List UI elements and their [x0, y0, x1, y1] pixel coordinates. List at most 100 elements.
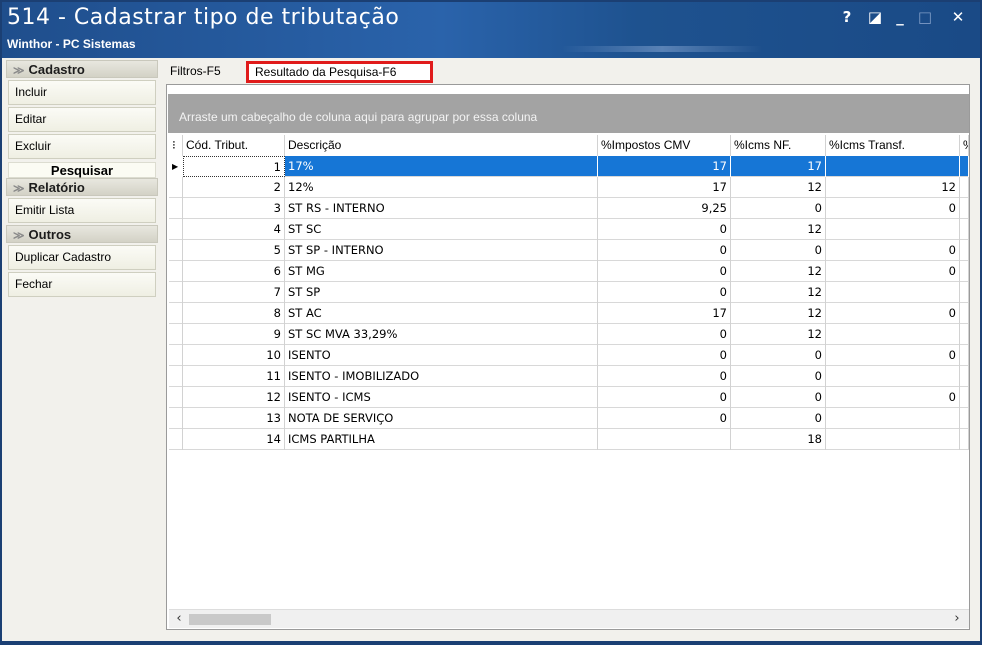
cell-icms-nf[interactable]: 12	[731, 303, 826, 324]
cell-descricao[interactable]: ST RS - INTERNO	[285, 198, 598, 219]
minimize-icon[interactable]: _	[890, 8, 910, 26]
cell-descricao[interactable]: ST SP	[285, 282, 598, 303]
cell-cod[interactable]: 1	[183, 156, 285, 177]
cell-icms-nf[interactable]: 18	[731, 429, 826, 450]
cell-cod[interactable]: 5	[183, 240, 285, 261]
cell-icms-transf[interactable]: 0	[826, 261, 960, 282]
cell-impostos-cmv[interactable]: 0	[598, 219, 731, 240]
cell-icms-transf[interactable]	[826, 282, 960, 303]
cell-descricao[interactable]: ST AC	[285, 303, 598, 324]
table-row[interactable]: 4 ST SC 0 12	[169, 219, 969, 240]
cell-impostos-cmv[interactable]: 0	[598, 387, 731, 408]
cell-impostos-cmv[interactable]	[598, 429, 731, 450]
row-indicator[interactable]	[169, 177, 183, 198]
cell-cod[interactable]: 4	[183, 219, 285, 240]
maximize-icon[interactable]: □	[915, 8, 935, 26]
cell-more[interactable]	[960, 219, 969, 240]
column-header-icms-transf[interactable]: %Icms Transf.	[826, 135, 960, 156]
scrollbar-thumb[interactable]	[189, 614, 271, 625]
cell-descricao[interactable]: ISENTO - ICMS	[285, 387, 598, 408]
cell-descricao[interactable]: ISENTO - IMOBILIZADO	[285, 366, 598, 387]
column-header-icms-nf[interactable]: %Icms NF.	[731, 135, 826, 156]
group-by-hint[interactable]: Arraste um cabeçalho de coluna aqui para…	[168, 94, 969, 133]
row-indicator[interactable]	[169, 408, 183, 429]
cell-icms-transf[interactable]	[826, 408, 960, 429]
fechar-button[interactable]: Fechar	[8, 272, 156, 297]
table-row[interactable]: 11 ISENTO - IMOBILIZADO 0 0	[169, 366, 969, 387]
cell-cod[interactable]: 7	[183, 282, 285, 303]
cell-impostos-cmv[interactable]: 17	[598, 156, 731, 177]
cell-icms-nf[interactable]: 0	[731, 408, 826, 429]
cell-icms-transf[interactable]: 0	[826, 240, 960, 261]
row-indicator[interactable]	[169, 324, 183, 345]
row-indicator[interactable]	[169, 303, 183, 324]
cell-icms-transf[interactable]: 0	[826, 345, 960, 366]
cell-more[interactable]	[960, 303, 969, 324]
cell-more[interactable]	[960, 408, 969, 429]
row-indicator[interactable]	[169, 282, 183, 303]
cell-icms-transf[interactable]	[826, 429, 960, 450]
table-row[interactable]: 3 ST RS - INTERNO 9,25 0 0	[169, 198, 969, 219]
cell-impostos-cmv[interactable]: 17	[598, 177, 731, 198]
cell-impostos-cmv[interactable]: 0	[598, 324, 731, 345]
column-header-descricao[interactable]: Descrição	[285, 135, 598, 156]
duplicar-cadastro-button[interactable]: Duplicar Cadastro	[8, 245, 156, 270]
cell-impostos-cmv[interactable]: 9,25	[598, 198, 731, 219]
cell-impostos-cmv[interactable]: 0	[598, 282, 731, 303]
row-indicator[interactable]	[169, 219, 183, 240]
cell-more[interactable]	[960, 282, 969, 303]
table-row[interactable]: 8 ST AC 17 12 0	[169, 303, 969, 324]
row-indicator[interactable]	[169, 240, 183, 261]
row-indicator[interactable]	[169, 429, 183, 450]
pesquisar-button[interactable]: Pesquisar	[8, 162, 156, 178]
cell-descricao[interactable]: ISENTO	[285, 345, 598, 366]
cell-more[interactable]	[960, 177, 969, 198]
emitir-lista-button[interactable]: Emitir Lista	[8, 198, 156, 223]
cell-icms-nf[interactable]: 0	[731, 366, 826, 387]
cell-more[interactable]	[960, 366, 969, 387]
cell-icms-transf[interactable]: 0	[826, 198, 960, 219]
cell-more[interactable]	[960, 240, 969, 261]
group-header-cadastro[interactable]: ≫ Cadastro	[6, 60, 158, 78]
cell-more[interactable]	[960, 345, 969, 366]
column-header-impostos-cmv[interactable]: %Impostos CMV	[598, 135, 731, 156]
cell-icms-transf[interactable]	[826, 156, 960, 177]
cell-more[interactable]	[960, 429, 969, 450]
table-row[interactable]: 5 ST SP - INTERNO 0 0 0	[169, 240, 969, 261]
cell-descricao[interactable]: 12%	[285, 177, 598, 198]
incluir-button[interactable]: Incluir	[8, 80, 156, 105]
cell-icms-nf[interactable]: 12	[731, 261, 826, 282]
table-row[interactable]: 7 ST SP 0 12	[169, 282, 969, 303]
cell-cod[interactable]: 12	[183, 387, 285, 408]
excluir-button[interactable]: Excluir	[8, 134, 156, 159]
cell-descricao[interactable]: ICMS PARTILHA	[285, 429, 598, 450]
cell-icms-nf[interactable]: 12	[731, 177, 826, 198]
cell-cod[interactable]: 10	[183, 345, 285, 366]
cell-icms-transf[interactable]: 0	[826, 387, 960, 408]
close-icon[interactable]: ✕	[948, 8, 968, 26]
cell-descricao[interactable]: 17%	[285, 156, 598, 177]
cell-icms-transf[interactable]: 12	[826, 177, 960, 198]
cell-icms-nf[interactable]: 0	[731, 198, 826, 219]
cell-more[interactable]	[960, 156, 969, 177]
cell-icms-nf[interactable]: 0	[731, 387, 826, 408]
cell-impostos-cmv[interactable]: 0	[598, 366, 731, 387]
cell-cod[interactable]: 9	[183, 324, 285, 345]
cell-icms-transf[interactable]: 0	[826, 303, 960, 324]
cell-impostos-cmv[interactable]: 0	[598, 240, 731, 261]
cell-icms-nf[interactable]: 12	[731, 324, 826, 345]
cell-icms-transf[interactable]	[826, 366, 960, 387]
cell-descricao[interactable]: ST SC MVA 33,29%	[285, 324, 598, 345]
cell-more[interactable]	[960, 261, 969, 282]
cell-impostos-cmv[interactable]: 0	[598, 261, 731, 282]
cell-cod[interactable]: 6	[183, 261, 285, 282]
row-indicator[interactable]	[169, 261, 183, 282]
row-indicator[interactable]	[169, 345, 183, 366]
cell-icms-nf[interactable]: 12	[731, 282, 826, 303]
column-header-more[interactable]: %	[960, 135, 969, 156]
cell-more[interactable]	[960, 387, 969, 408]
cell-cod[interactable]: 13	[183, 408, 285, 429]
scroll-left-icon[interactable]: ‹	[171, 611, 187, 626]
column-chooser-icon[interactable]: ⁝	[169, 135, 183, 156]
cell-impostos-cmv[interactable]: 0	[598, 345, 731, 366]
